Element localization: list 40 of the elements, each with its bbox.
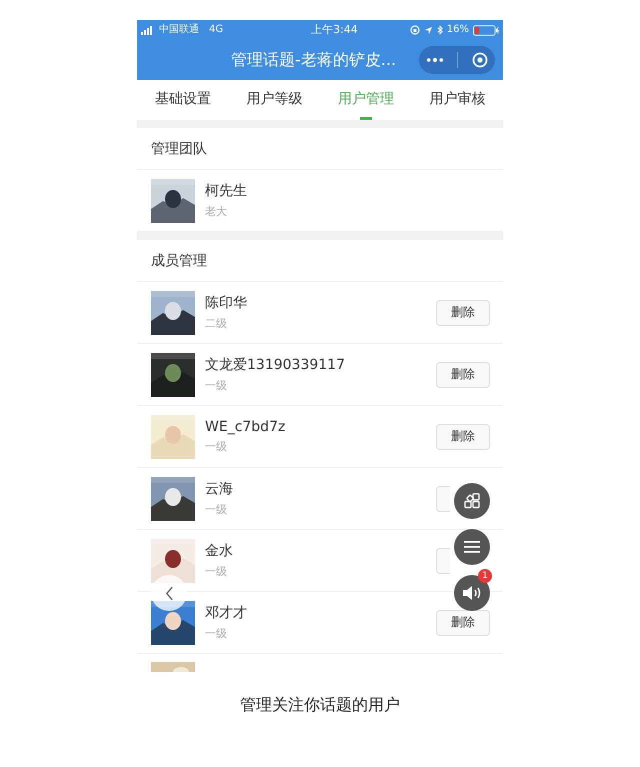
delete-button[interactable]: 删除	[436, 300, 490, 326]
tab[interactable]: 用户审核	[412, 80, 503, 120]
caption-text: 管理关注你话题的用户	[239, 695, 401, 716]
clock-time: 上午3:44	[310, 24, 358, 36]
speaker-icon	[462, 585, 482, 601]
grid-icon	[464, 493, 480, 509]
member-name: 金水	[205, 542, 234, 560]
member-name: 陈印华	[205, 294, 248, 312]
page-title: 管理话题-老蒋的铲皮...	[231, 50, 396, 70]
member-name: 云海	[205, 480, 234, 498]
battery-percent: 16%	[446, 24, 469, 36]
member-level: 一级	[205, 502, 228, 517]
member-level: 老大	[205, 204, 228, 219]
delete-button[interactable]: 删除	[436, 362, 490, 388]
signal-icon	[141, 26, 155, 34]
member-level: 一级	[205, 564, 228, 579]
member-level: 一级	[205, 439, 228, 454]
delete-button[interactable]: 删除	[436, 424, 490, 450]
network-type: 4G	[209, 24, 224, 36]
bluetooth-icon	[436, 25, 443, 35]
member-level: 一级	[205, 378, 228, 393]
member-name: 文龙爱13190339117	[205, 356, 346, 374]
lock-rotation-icon	[410, 25, 420, 35]
close-icon[interactable]	[472, 52, 488, 68]
carrier-name: 中国联通	[159, 24, 199, 36]
location-icon	[424, 26, 433, 34]
menu-icon	[464, 541, 480, 553]
tab[interactable]: 基础设置	[137, 80, 228, 120]
member-level: 二级	[205, 316, 228, 331]
more-icon[interactable]	[426, 57, 444, 63]
section-title: 成员管理	[151, 252, 207, 270]
delete-button[interactable]: 删除	[436, 610, 490, 636]
section-title: 管理团队	[151, 140, 207, 158]
chevron-left-icon	[164, 586, 174, 600]
battery-icon	[473, 24, 499, 36]
tab[interactable]: 用户等级	[228, 80, 320, 120]
member-name: 邓才才	[205, 604, 248, 622]
member-name: 柯先生	[205, 182, 248, 200]
member-level: 一级	[205, 626, 228, 641]
member-name: WE_c7bd7z	[205, 419, 286, 435]
